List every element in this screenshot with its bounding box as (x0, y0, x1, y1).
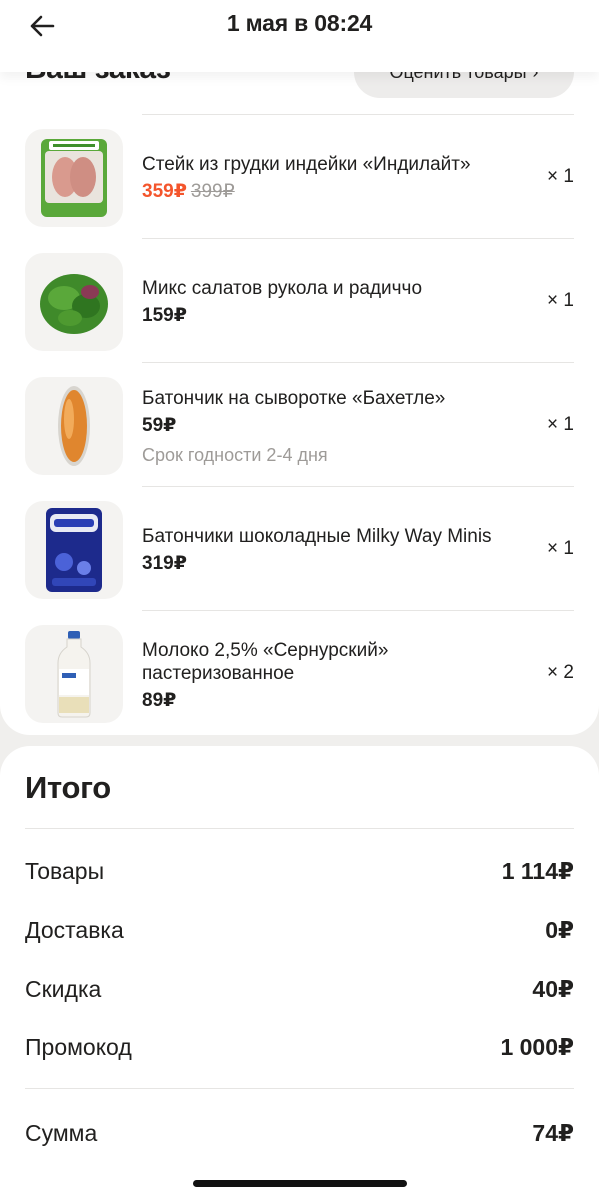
divider (25, 828, 574, 829)
item-name: Стейк из грудки индейки «Индилайт» (142, 154, 471, 175)
salad-mix-image (25, 253, 123, 351)
order-card: Ваш заказ Оценить товары › Стейк из груд… (0, 0, 599, 735)
item-name: Микс салатов рукола и радиччо (142, 278, 423, 299)
item-price: 89₽ (142, 690, 177, 711)
total-row-goods: Товары 1 114₽ (25, 856, 574, 886)
top-bar: 1 мая в 08:24 (0, 0, 599, 72)
item-name: Батончик на сыворотке «Бахетле» (142, 388, 446, 409)
total-row-label: Промокод (25, 1033, 132, 1060)
item-quantity: × 2 (547, 662, 574, 683)
total-row-label: Товары (25, 857, 105, 884)
total-sum-value: 74₽ (532, 1119, 574, 1146)
item-price: 159₽ (142, 305, 187, 326)
item-price-new: 359₽ (142, 181, 187, 202)
total-row-value: 0₽ (545, 916, 574, 943)
item-price: 319₽ (142, 553, 187, 574)
total-row-label: Доставка (25, 916, 124, 943)
divider (25, 1088, 574, 1089)
totals-title: Итого (25, 770, 111, 805)
item-info: Микс салатов рукола и радиччо 159₽ (142, 277, 524, 327)
item-shelf-life: Срок годности 2-4 дня (142, 445, 328, 465)
item-quantity: × 1 (547, 290, 574, 311)
total-row-sum: Сумма 74₽ (25, 1118, 574, 1148)
total-row-value: 1 114₽ (501, 857, 574, 884)
item-quantity: × 1 (547, 414, 574, 435)
item-name: Молоко 2,5% «Сернурский» пастеризованное (142, 640, 389, 684)
totals-card: Итого Товары 1 114₽ Доставка 0₽ Скидка 4… (0, 746, 599, 1200)
item-quantity: × 1 (547, 166, 574, 187)
total-row-label: Скидка (25, 975, 102, 1002)
total-row-value: 1 000₽ (500, 1033, 574, 1060)
item-info: Молоко 2,5% «Сернурский» пастеризованное… (142, 639, 524, 712)
order-item[interactable]: Микс салатов рукола и радиччо 159₽ × 1 (0, 239, 599, 363)
item-info: Батончик на сыворотке «Бахетле» 59₽ Срок… (142, 387, 524, 466)
total-sum-label: Сумма (25, 1119, 98, 1146)
item-price: 359₽ 399₽ (142, 180, 524, 203)
total-row-value: 40₽ (532, 975, 574, 1002)
item-name: Батончики шоколадные Milky Way Minis (142, 526, 492, 547)
total-row-promocode: Промокод 1 000₽ (25, 1032, 574, 1062)
item-price-old: 399₽ (190, 181, 235, 202)
order-item[interactable]: Молоко 2,5% «Сернурский» пастеризованное… (0, 611, 599, 735)
milk-bottle-image (25, 625, 123, 723)
turkey-steak-pack-image (25, 129, 123, 227)
total-row-delivery: Доставка 0₽ (25, 915, 574, 945)
total-row-discount: Скидка 40₽ (25, 974, 574, 1004)
milky-way-pack-image (25, 501, 123, 599)
whey-bar-image (25, 377, 123, 475)
order-item[interactable]: Батончики шоколадные Milky Way Minis 319… (0, 487, 599, 611)
home-indicator[interactable] (193, 1180, 407, 1187)
item-info: Стейк из грудки индейки «Индилайт» 359₽ 3… (142, 153, 524, 203)
order-date-title: 1 мая в 08:24 (226, 10, 373, 36)
item-info: Батончики шоколадные Milky Way Minis 319… (142, 525, 524, 575)
order-item[interactable]: Батончик на сыворотке «Бахетле» 59₽ Срок… (0, 363, 599, 487)
item-quantity: × 1 (547, 538, 574, 559)
item-price: 59₽ (142, 415, 177, 436)
order-item[interactable]: Стейк из грудки индейки «Индилайт» 359₽ 3… (0, 115, 599, 239)
